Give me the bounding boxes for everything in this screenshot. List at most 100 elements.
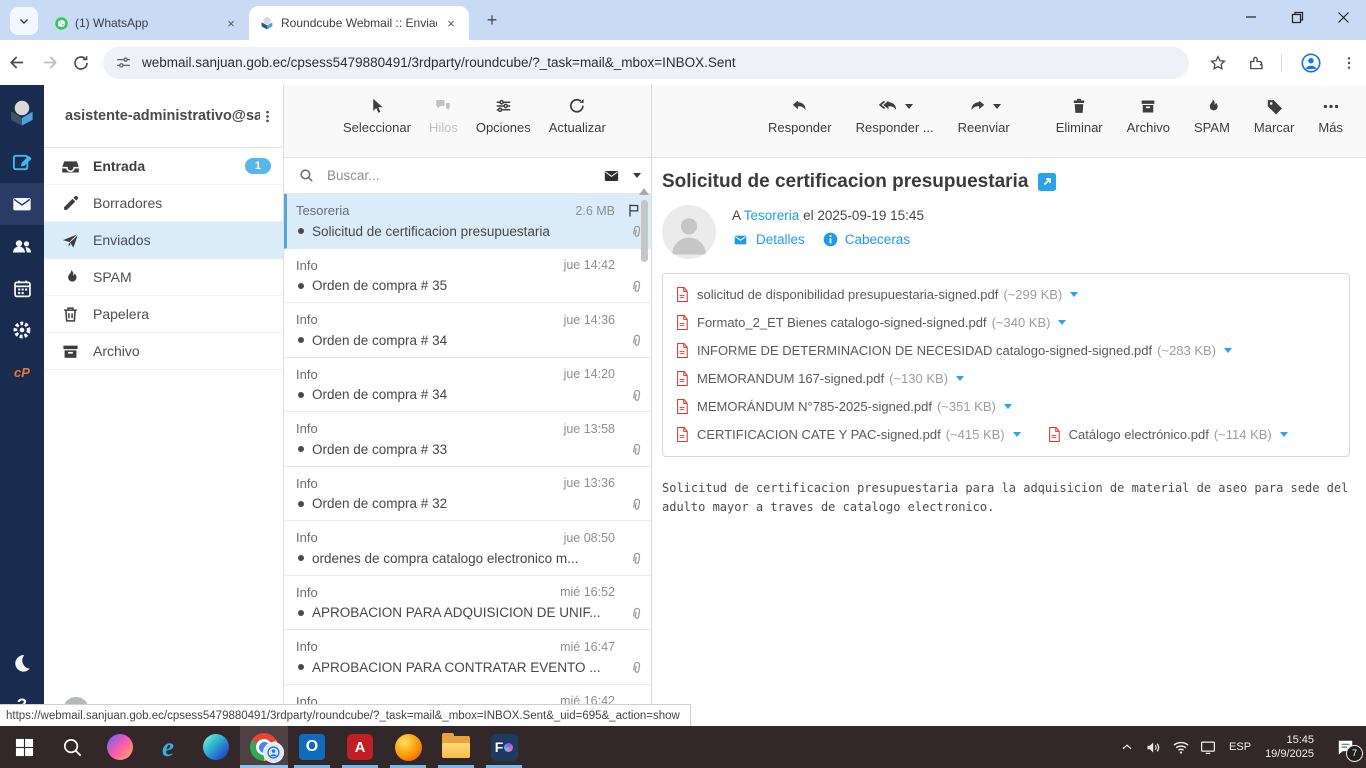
attachment-link[interactable]: Formato_2_ET Bienes catalogo-signed-sign…: [675, 308, 1067, 336]
select-button[interactable]: Seleccionar: [339, 95, 415, 135]
tray-clock[interactable]: 15:45 19/9/2025: [1259, 733, 1324, 761]
spam-button[interactable]: SPAM: [1190, 95, 1234, 135]
rail-settings-gear-icon[interactable]: [0, 309, 44, 351]
refresh-button[interactable]: [67, 46, 95, 80]
taskbar-acrobat-icon[interactable]: A: [336, 726, 384, 768]
attachment-name[interactable]: MEMORANDUM 167-signed.pdf: [697, 371, 884, 386]
tray-speaker-icon[interactable]: [1140, 726, 1167, 768]
close-window-button[interactable]: [1320, 0, 1366, 34]
dark-mode-moon-icon[interactable]: [0, 642, 44, 684]
refresh-list-button[interactable]: Actualizar: [545, 95, 610, 135]
attachment-link[interactable]: INFORME DE DETERMINACION DE NECESIDAD ca…: [675, 336, 1233, 364]
tray-chevron-up-icon[interactable]: [1113, 726, 1140, 768]
delete-button[interactable]: Eliminar: [1052, 95, 1107, 135]
tab-close-icon[interactable]: ×: [443, 15, 459, 31]
url-bar[interactable]: webmail.sanjuan.gob.ec/cpsess5479880491/…: [103, 46, 1190, 79]
tray-display-icon[interactable]: [1194, 726, 1221, 768]
tab-whatsapp[interactable]: (1) WhatsApp ×: [44, 6, 249, 40]
rail-cpanel-icon[interactable]: cP: [0, 351, 44, 393]
attachment-name[interactable]: solicitud de disponibilidad presupuestar…: [697, 287, 998, 302]
attachment-menu-caret-icon[interactable]: [1012, 431, 1021, 437]
attachment-menu-caret-icon[interactable]: [1003, 403, 1012, 409]
tab-close-icon[interactable]: ×: [223, 15, 239, 31]
message-row[interactable]: Info jue 14:42 Orden de compra # 35: [284, 249, 651, 303]
attachment-name[interactable]: Formato_2_ET Bienes catalogo-signed-sign…: [697, 315, 987, 330]
reply-button[interactable]: Responder: [764, 95, 836, 135]
taskbar-search-icon[interactable]: [48, 726, 96, 768]
rail-mail-icon[interactable]: [0, 183, 44, 225]
rail-contacts-icon[interactable]: [0, 225, 44, 267]
attachment-link[interactable]: Catálogo electrónico.pdf (~114 KB): [1047, 420, 1288, 448]
sidebar-item-borradores[interactable]: Borradores: [44, 185, 283, 222]
rail-compose-icon[interactable]: [0, 141, 44, 183]
details-link[interactable]: Detalles: [732, 232, 805, 247]
taskbar-copilot-icon[interactable]: [96, 726, 144, 768]
taskbar-firefox-icon[interactable]: [384, 726, 432, 768]
message-row[interactable]: Tesoreria 2.6 MB Solicitud de certificac…: [284, 194, 651, 249]
taskbar-file-explorer-icon[interactable]: [432, 726, 480, 768]
attachment-name[interactable]: CERTIFICACION CATE Y PAC-signed.pdf: [697, 427, 941, 442]
account-menu-icon[interactable]: [260, 108, 275, 125]
attachment-menu-caret-icon[interactable]: [1279, 431, 1288, 437]
attachment-menu-caret-icon[interactable]: [1224, 347, 1233, 353]
sidebar-item-spam[interactable]: SPAM: [44, 259, 283, 296]
more-button[interactable]: Más: [1314, 95, 1347, 135]
reply-dropdown-caret-icon[interactable]: [904, 103, 913, 109]
scroll-thumb[interactable]: [641, 200, 648, 262]
back-button[interactable]: [4, 46, 32, 80]
open-external-icon[interactable]: [1038, 173, 1057, 191]
taskbar-app-f-icon[interactable]: F: [480, 726, 528, 768]
new-tab-button[interactable]: +: [479, 7, 505, 33]
search-input[interactable]: [325, 167, 602, 184]
reply-all-button[interactable]: Responder ...: [852, 95, 938, 135]
attachment-name[interactable]: MEMORÁNDUM N°785-2025-signed.pdf: [697, 399, 932, 414]
browser-menu-icon[interactable]: [1332, 46, 1366, 80]
attachment-link[interactable]: MEMORANDUM 167-signed.pdf (~130 KB): [675, 364, 965, 392]
options-button[interactable]: Opciones: [472, 95, 535, 135]
forward-button[interactable]: Reenviar: [954, 95, 1014, 135]
site-settings-icon[interactable]: [115, 54, 132, 71]
attachment-link[interactable]: CERTIFICACION CATE Y PAC-signed.pdf (~41…: [675, 420, 1021, 448]
attachment-menu-caret-icon[interactable]: [956, 375, 965, 381]
taskbar-internet-explorer-icon[interactable]: e: [144, 726, 192, 768]
sidebar-item-enviados[interactable]: Enviados: [44, 222, 283, 259]
search-options-chevron-icon[interactable]: [633, 173, 641, 178]
message-row[interactable]: Info jue 08:50 ordenes de compra catalog…: [284, 521, 651, 576]
scroll-up-arrow[interactable]: [639, 188, 649, 195]
sidebar-item-entrada[interactable]: Entrada 1: [44, 148, 283, 185]
attachment-link[interactable]: solicitud de disponibilidad presupuestar…: [675, 280, 1079, 308]
taskbar-chrome-icon[interactable]: [240, 726, 288, 768]
search-scope-envelope-icon[interactable]: [602, 168, 621, 184]
list-scrollbar[interactable]: [637, 182, 651, 768]
tray-wifi-icon[interactable]: [1167, 726, 1194, 768]
tab-roundcube[interactable]: Roundcube Webmail :: Enviados ×: [249, 6, 469, 40]
rail-calendar-icon[interactable]: [0, 267, 44, 309]
attachment-name[interactable]: INFORME DE DETERMINACION DE NECESIDAD ca…: [697, 343, 1152, 358]
message-row[interactable]: Info jue 14:20 Orden de compra # 34: [284, 358, 651, 412]
message-row[interactable]: Info jue 14:36 Orden de compra # 34: [284, 303, 651, 358]
tab-search-button[interactable]: [10, 7, 38, 35]
message-row[interactable]: Info mié 16:47 APROBACION PARA CONTRATAR…: [284, 630, 651, 685]
restore-button[interactable]: [1274, 0, 1320, 34]
headers-link[interactable]: Cabeceras: [823, 232, 910, 247]
attachment-menu-caret-icon[interactable]: [1070, 291, 1079, 297]
message-row[interactable]: Info jue 13:36 Orden de compra # 32: [284, 467, 651, 521]
recipient-link[interactable]: Tesoreria: [744, 208, 800, 223]
mark-button[interactable]: Marcar: [1250, 95, 1298, 135]
tray-language[interactable]: ESP: [1221, 741, 1259, 753]
attachment-name[interactable]: Catálogo electrónico.pdf: [1069, 427, 1209, 442]
taskbar-edge-icon[interactable]: [192, 726, 240, 768]
sidebar-item-papelera[interactable]: Papelera: [44, 296, 283, 333]
attachment-menu-caret-icon[interactable]: [1058, 319, 1067, 325]
notification-center-icon[interactable]: 7: [1324, 726, 1366, 768]
bookmark-star-icon[interactable]: [1201, 46, 1235, 80]
message-row[interactable]: Info jue 13:58 Orden de compra # 33: [284, 412, 651, 467]
attachment-link[interactable]: MEMORÁNDUM N°785-2025-signed.pdf (~351 K…: [675, 392, 1012, 420]
forward-dropdown-caret-icon[interactable]: [992, 103, 1001, 109]
taskbar-outlook-icon[interactable]: O: [288, 726, 336, 768]
url-text[interactable]: webmail.sanjuan.gob.ec/cpsess5479880491/…: [142, 55, 736, 70]
forward-button[interactable]: [36, 46, 64, 80]
threads-button[interactable]: Hilos: [425, 95, 462, 135]
minimize-button[interactable]: [1228, 0, 1274, 34]
extensions-icon[interactable]: [1239, 46, 1273, 80]
